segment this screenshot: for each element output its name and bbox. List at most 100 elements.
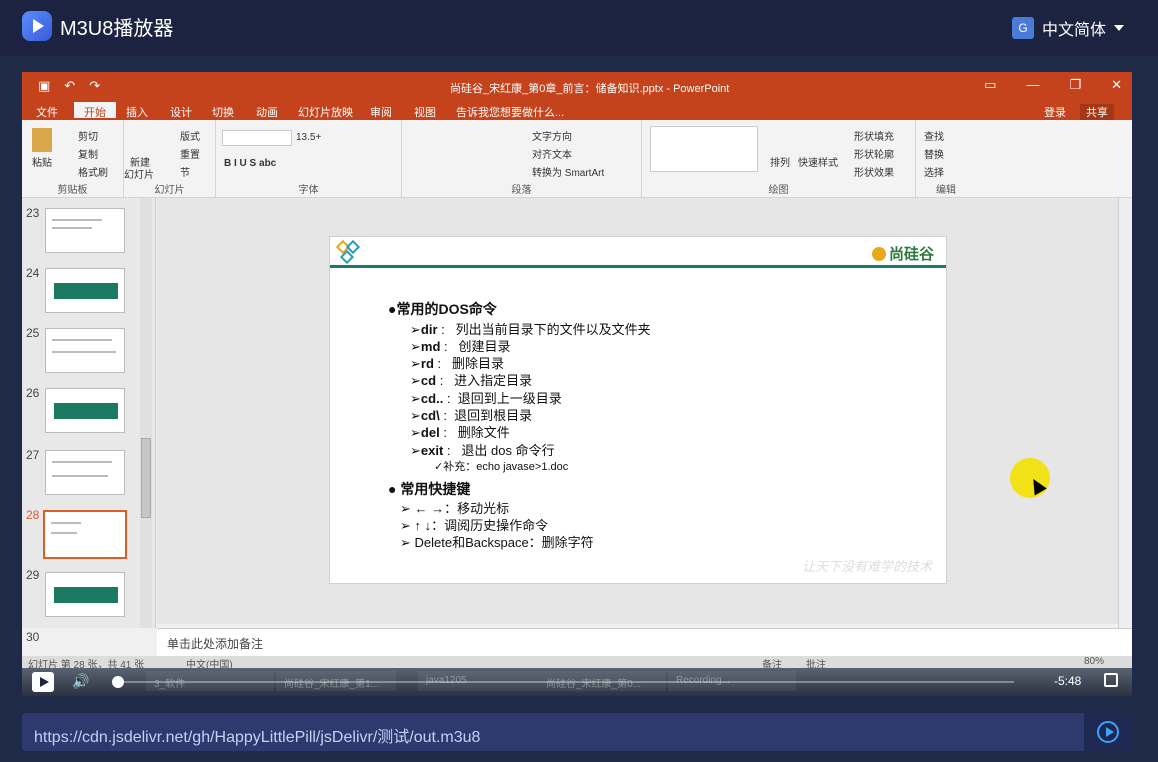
editor-scrollbar bbox=[1118, 198, 1132, 628]
video-player[interactable]: ▣ ↶ ↷ 尚硅谷_宋红康_第0章_前言：储备知识.pptx - PowerPo… bbox=[22, 72, 1132, 696]
thumb-number: 28 bbox=[26, 508, 40, 522]
command-row: ➢exit : 退出 dos 命令行 bbox=[410, 443, 555, 458]
language-label: 中文简体 bbox=[1041, 22, 1106, 39]
slide-logo: 尚硅谷 bbox=[872, 243, 934, 264]
cut-label: 剪切 bbox=[78, 132, 98, 143]
copy-label: 复制 bbox=[78, 150, 98, 161]
play-url-button[interactable] bbox=[1084, 713, 1132, 751]
quick-access-toolbar: ▣ ↶ ↷ bbox=[38, 78, 100, 94]
font-group-label: 字体 bbox=[298, 185, 319, 196]
maximize-icon: ❐ bbox=[1069, 77, 1082, 92]
clipboard-group-label: 剪贴板 bbox=[57, 185, 88, 196]
zoom-level: 80% bbox=[1084, 656, 1105, 667]
thumb-number: 30 bbox=[26, 630, 40, 644]
clipboard-group: 粘贴 剪切 复制 格式刷 剪贴板 bbox=[22, 120, 124, 198]
thumb-number: 25 bbox=[26, 326, 40, 340]
slide-thumbnail-selected bbox=[43, 510, 127, 559]
paragraph-group-label: 段落 bbox=[511, 185, 532, 196]
reset-label: 重置 bbox=[180, 150, 200, 161]
undo-icon: ↶ bbox=[64, 78, 76, 93]
redo-icon: ↷ bbox=[89, 78, 101, 93]
smartart-label: 转换为 SmartArt bbox=[532, 168, 605, 179]
editing-group-label: 编辑 bbox=[936, 185, 956, 196]
notes-pane: 单击此处添加备注 bbox=[157, 628, 1132, 656]
app-title: M3U8播放器 bbox=[60, 18, 174, 40]
minimize-icon: — bbox=[1026, 77, 1040, 92]
editing-group: 查找 替换 选择 编辑 bbox=[916, 120, 976, 198]
bold-icon: B I U S abc bbox=[224, 158, 277, 169]
slide-thumbnail bbox=[45, 388, 125, 433]
supplement-line: ✓补充：echo javase>1.doc bbox=[434, 461, 569, 473]
tab-review: 审阅 bbox=[370, 107, 392, 119]
player-controls: 3_软件 尚硅谷_宋红康_第1... java1205 尚硅谷_宋红康_第0..… bbox=[22, 668, 1132, 696]
select-label: 选择 bbox=[924, 168, 944, 179]
tab-design: 设计 bbox=[170, 107, 192, 119]
new-slide-label-2: 幻灯片 bbox=[124, 170, 154, 181]
thumbnail-scrollbar bbox=[140, 198, 152, 628]
slide-heading: ● 常用快捷键 bbox=[388, 481, 471, 497]
thumb-number: 29 bbox=[26, 568, 40, 582]
cursor-highlight bbox=[1010, 458, 1050, 498]
translate-icon: G bbox=[1011, 17, 1034, 39]
slide-thumbnail bbox=[45, 450, 125, 495]
current-slide: 尚硅谷 ●常用的DOS命令 ➢dir : 列出当前目录下的文件以及文件夹 ➢md… bbox=[329, 236, 947, 584]
thumb-number: 23 bbox=[26, 206, 40, 220]
play-logo-icon bbox=[22, 11, 52, 41]
fullscreen-icon[interactable] bbox=[1104, 673, 1118, 687]
slide-thumbnail bbox=[45, 208, 125, 253]
diamond-logo-icon bbox=[335, 239, 366, 266]
layout-label: 版式 bbox=[180, 132, 200, 143]
drawing-group: 排列 快速样式 形状填充 形状轮廓 形状效果 绘图 bbox=[642, 120, 916, 198]
font-size-box: 13.5+ bbox=[296, 132, 322, 143]
slide-thumbnails: 23 24 25 26 27 28 29 30 bbox=[22, 198, 156, 644]
thumb-number: 26 bbox=[26, 386, 40, 400]
replace-label: 替换 bbox=[924, 150, 944, 161]
seek-bar[interactable] bbox=[114, 681, 1014, 683]
ppt-status-bar: 幻灯片 第 28 张，共 41 张 中文(中国) 备注 批注 80% bbox=[22, 656, 1132, 671]
paste-label: 粘贴 bbox=[32, 158, 52, 169]
ribbon: 粘贴 剪切 复制 格式刷 剪贴板 新建 幻灯片 版式 重置 节 幻灯片 13.5… bbox=[22, 120, 1132, 198]
tab-view: 视图 bbox=[414, 107, 436, 119]
url-input[interactable]: https://cdn.jsdelivr.net/gh/HappyLittleP… bbox=[34, 723, 480, 747]
drawing-group-label: 绘图 bbox=[768, 185, 789, 196]
shape-outline-label: 形状轮廓 bbox=[854, 150, 894, 161]
slide-slogan: 让天下没有难学的技术 bbox=[801, 559, 932, 574]
command-row: ➢cd : 进入指定目录 bbox=[410, 373, 533, 388]
shortcut-row: ➢ Delete和Backspace：删除字符 bbox=[400, 535, 594, 550]
align-text-label: 对齐文本 bbox=[532, 150, 572, 161]
close-icon: ✕ bbox=[1111, 77, 1122, 92]
slide-header-rule bbox=[330, 265, 946, 268]
shape-fill-label: 形状填充 bbox=[854, 132, 894, 143]
tab-animations: 动画 bbox=[256, 107, 278, 119]
section-label: 节 bbox=[180, 168, 190, 179]
ribbon-display-icon: ▭ bbox=[984, 77, 997, 92]
quick-styles-label: 快速样式 bbox=[798, 158, 838, 169]
tab-home: 开始 bbox=[74, 102, 116, 119]
remaining-time: -5:48 bbox=[1054, 674, 1082, 688]
thumb-number: 27 bbox=[26, 448, 40, 462]
shapes-gallery bbox=[650, 126, 758, 172]
tab-insert: 插入 bbox=[126, 107, 148, 119]
slide-thumbnail bbox=[45, 328, 125, 373]
seek-handle[interactable] bbox=[112, 676, 124, 688]
slides-group: 新建 幻灯片 版式 重置 节 幻灯片 bbox=[124, 120, 216, 198]
text-direction-label: 文字方向 bbox=[532, 132, 572, 143]
slides-group-label: 幻灯片 bbox=[154, 185, 185, 196]
slide-heading: ●常用的DOS命令 bbox=[388, 301, 497, 317]
find-label: 查找 bbox=[924, 132, 944, 143]
slide-thumbnail bbox=[45, 268, 125, 313]
language-selector[interactable]: G 中文简体 bbox=[1011, 16, 1124, 40]
tab-slideshow: 幻灯片放映 bbox=[298, 107, 353, 119]
font-name-box bbox=[222, 130, 292, 146]
slide-thumbnail bbox=[45, 572, 125, 617]
share-button: 共享 bbox=[1080, 104, 1114, 120]
tab-file: 文件 bbox=[36, 107, 58, 119]
window-controls: ▭ — ❐ ✕ bbox=[984, 77, 1122, 93]
tab-transitions: 切换 bbox=[212, 107, 234, 119]
command-row: ➢del : 删除文件 bbox=[410, 425, 510, 440]
paragraph-group: 文字方向 对齐文本 转换为 SmartArt 段落 bbox=[402, 120, 642, 198]
chevron-down-icon bbox=[1114, 25, 1124, 31]
font-group: 13.5+ B I U S abc 字体 bbox=[216, 120, 402, 198]
play-button[interactable] bbox=[32, 672, 54, 692]
volume-icon[interactable]: 🔊 bbox=[72, 673, 89, 690]
